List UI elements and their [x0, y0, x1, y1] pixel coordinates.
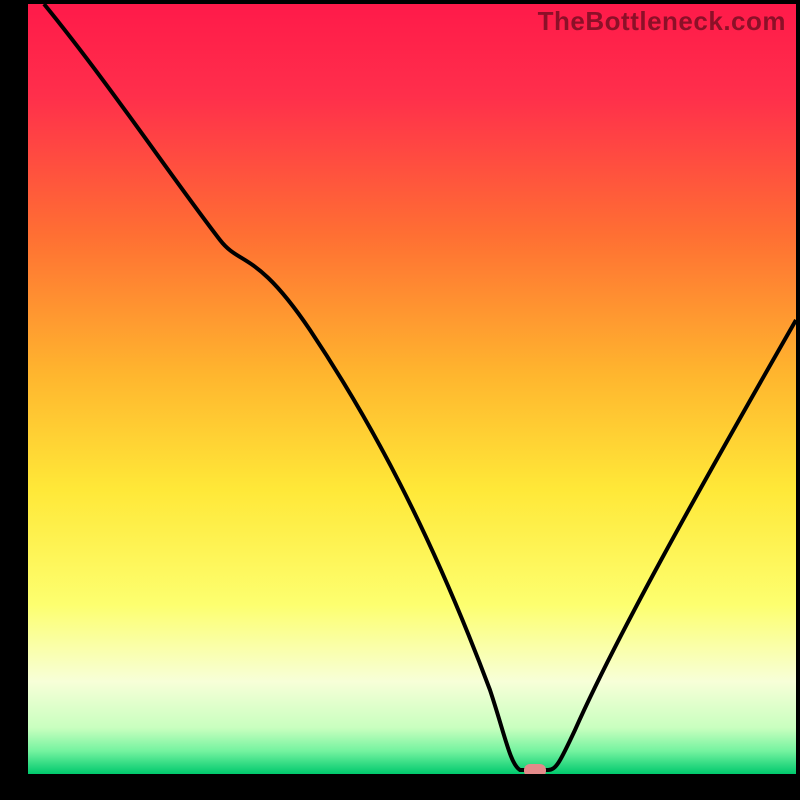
x-axis-bar [0, 774, 800, 800]
chart-stage: TheBottleneck.com [0, 0, 800, 800]
bottleneck-chart [0, 0, 800, 800]
plot-gradient-background [28, 4, 796, 774]
y-axis-bar [0, 0, 28, 800]
